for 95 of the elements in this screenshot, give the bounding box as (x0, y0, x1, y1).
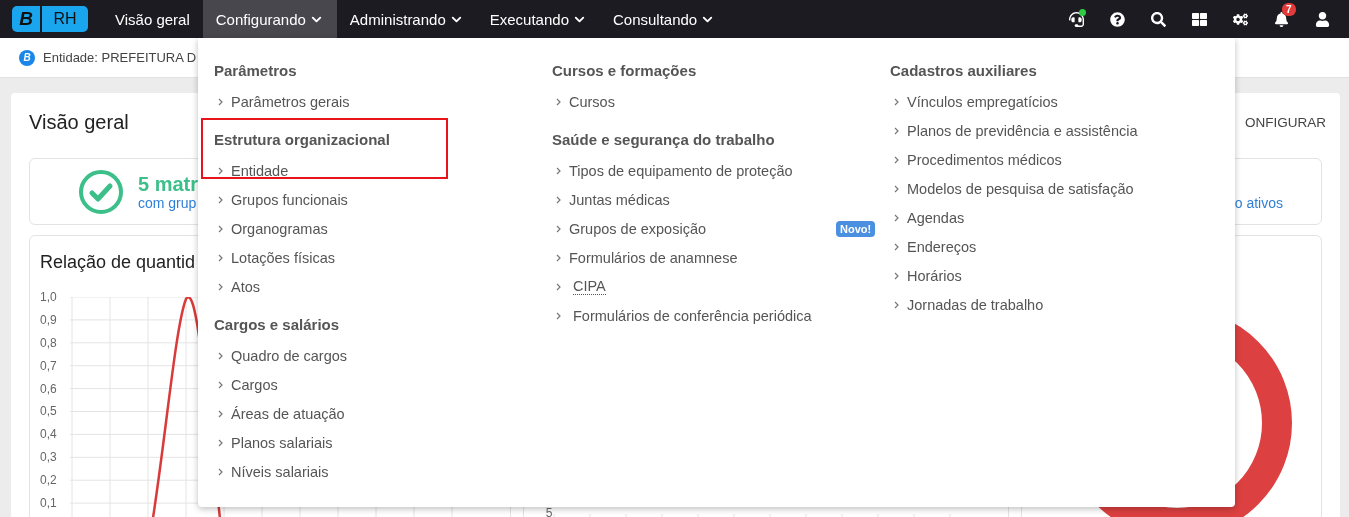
menu-item[interactable]: Vínculos empregatícios (890, 87, 1058, 116)
menu-item[interactable]: Tipos de equipamento de proteção (552, 156, 793, 185)
chevron-right-icon (556, 224, 561, 233)
menu-item[interactable]: Atos (214, 272, 260, 301)
axis-tick-label: 0,5 (40, 405, 58, 421)
menu-item[interactable]: CIPA (552, 272, 606, 301)
chevron-right-icon (218, 351, 223, 360)
menu-item[interactable]: Grupos funcionais (214, 185, 348, 214)
new-badge: Novo! (836, 220, 876, 237)
chevron-right-icon (894, 271, 899, 280)
chevron-right-icon (894, 184, 899, 193)
chevron-right-icon (556, 253, 561, 262)
menu-item[interactable]: Áreas de atuação (214, 399, 345, 428)
menu-section-title: Cargos e salários (214, 316, 341, 335)
nav-menu-item[interactable]: Configurando (202, 0, 337, 38)
logo-text: RH (42, 6, 88, 32)
menu-item[interactable]: Modelos de pesquisa de satisfação (890, 174, 1134, 203)
chevron-right-icon (218, 253, 223, 262)
menu-section-title: Cadastros auxiliares (890, 62, 1038, 81)
chevron-right-icon (556, 282, 561, 291)
menu-item[interactable]: Quadro de cargos (214, 341, 348, 370)
summary-link[interactable]: o ativos (1234, 194, 1283, 211)
chevron-right-icon (556, 195, 561, 204)
headset-icon (1069, 11, 1084, 27)
menu-item[interactable]: Níveis salariais (214, 457, 329, 486)
menu-item[interactable]: Parâmetros gerais (214, 87, 350, 116)
notifications-button[interactable]: 7 (1261, 0, 1302, 38)
chevron-right-icon (218, 224, 223, 233)
menu-item[interactable]: Planos salariais (214, 428, 333, 457)
menu-item[interactable]: Cargos (214, 370, 278, 399)
axis-tick-label: 0,8 (40, 336, 58, 352)
entity-icon: B (19, 49, 35, 66)
chevron-right-icon (894, 97, 899, 106)
settings-icon (1233, 11, 1248, 27)
chevron-right-icon (218, 195, 223, 204)
chevron-right-icon (218, 166, 223, 175)
menu-section-title: Parâmetros (214, 62, 298, 81)
axis-tick-label: 1,0 (40, 291, 58, 306)
menu-item[interactable]: Endereços (890, 232, 977, 261)
axis-tick-label: 0,3 (40, 451, 58, 467)
nav-menu-item[interactable]: Executando (476, 0, 600, 38)
chevron-right-icon (894, 213, 899, 222)
chevron-right-icon (218, 409, 223, 418)
menu-section-title: Estrutura organizacional (214, 131, 391, 150)
axis-tick-label: 0,1 (40, 497, 58, 512)
notification-badge: 7 (1282, 3, 1296, 16)
chevron-right-icon (556, 311, 561, 320)
chevron-right-icon (218, 467, 223, 476)
menu-item[interactable]: Formulários de anamnese (552, 243, 738, 272)
check-circle-icon (78, 168, 124, 215)
menu-section-title: Cursos e formações (552, 62, 698, 81)
menu-item[interactable]: Jornadas de trabalho (890, 290, 1044, 319)
menu-item[interactable]: Juntas médicas (552, 185, 670, 214)
menu-item[interactable]: Lotações físicas (214, 243, 335, 272)
chevron-right-icon (894, 155, 899, 164)
menu-item[interactable]: Horários (890, 261, 962, 290)
menu-item[interactable]: Procedimentos médicos (890, 145, 1062, 174)
entity-label: Entidade: PREFEITURA D (43, 50, 197, 65)
axis-tick-label: 0,9 (40, 313, 58, 329)
user-icon (1315, 11, 1330, 27)
menu-item[interactable]: Cursos (552, 87, 615, 116)
chevron-right-icon (894, 242, 899, 251)
menu-item[interactable]: Planos de previdência e assistência (890, 116, 1138, 145)
nav-menu-item[interactable]: Administrando (336, 0, 477, 38)
summary-count: 5 matr (138, 172, 199, 195)
chevron-right-icon (556, 97, 561, 106)
chevron-right-icon (556, 166, 561, 175)
menu-section-title: Saúde e segurança do trabalho (552, 131, 776, 150)
chevron-right-icon (218, 438, 223, 447)
search-icon (1151, 11, 1166, 27)
summary-subtitle[interactable]: com grup (138, 194, 199, 211)
axis-tick-label: 0,7 (40, 359, 58, 375)
menu-item[interactable]: Entidade (214, 156, 289, 185)
axis-tick-label: 0,2 (40, 474, 58, 490)
axis-tick-label: 5 (545, 507, 553, 517)
chevron-right-icon (218, 380, 223, 389)
axis-tick-label: 0,4 (40, 428, 58, 444)
configure-link[interactable]: ONFIGURAR (1245, 114, 1326, 130)
chevron-right-icon (894, 300, 899, 309)
menu-item[interactable]: Organogramas (214, 214, 328, 243)
chart-title: Relação de quantid (40, 252, 196, 273)
logo-letter: B (12, 6, 40, 32)
chevron-right-icon (218, 282, 223, 291)
notifications-icon (1274, 11, 1289, 27)
grid-icon (1192, 11, 1207, 27)
nav-menu-item[interactable]: Consultando (600, 0, 729, 38)
menu-item[interactable]: Formulários de conferência periódica (552, 301, 812, 330)
chevron-right-icon (218, 97, 223, 106)
page-title: Visão geral (29, 110, 129, 134)
menu-item[interactable]: Grupos de exposição (552, 214, 707, 243)
help-icon (1110, 11, 1125, 27)
menu-item[interactable]: Agendas (890, 203, 965, 232)
axis-tick-label: 0,6 (40, 382, 58, 398)
chevron-right-icon (894, 126, 899, 135)
nav-menu-item[interactable]: Visão geral (102, 0, 203, 38)
